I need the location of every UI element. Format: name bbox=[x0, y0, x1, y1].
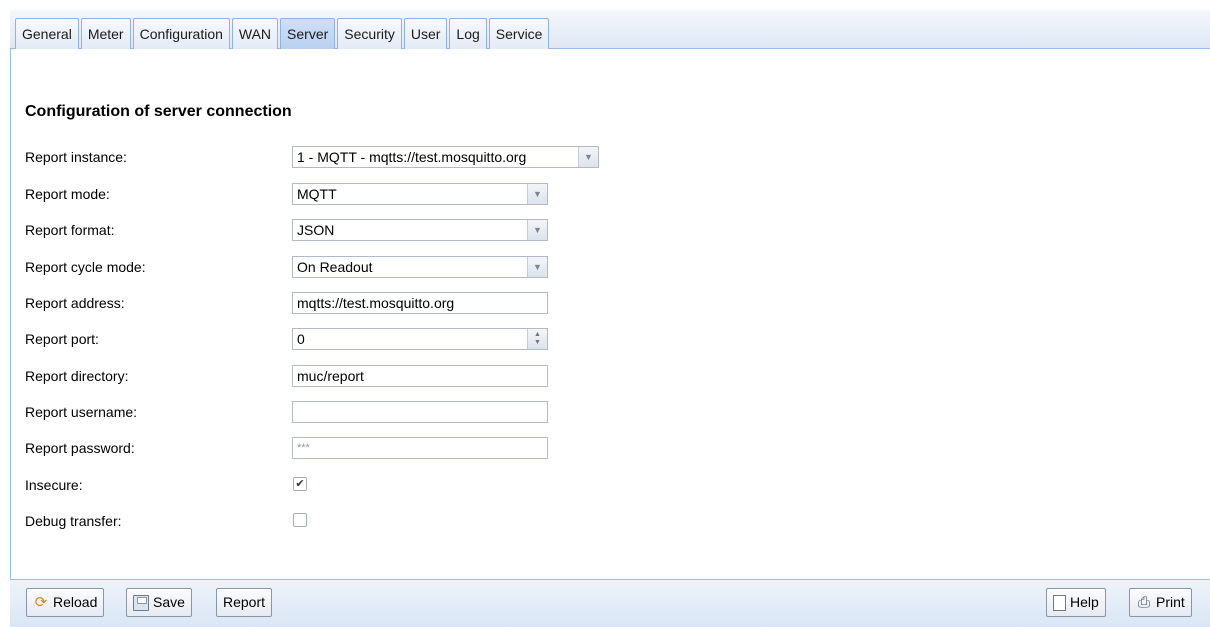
report-mode-value: MQTT bbox=[297, 186, 337, 202]
help-button[interactable]: Help bbox=[1046, 588, 1106, 617]
report-address-label: Report address: bbox=[25, 295, 125, 311]
report-directory-label: Report directory: bbox=[25, 368, 129, 384]
reload-icon: ⟳ bbox=[34, 593, 48, 611]
report-instance-value: 1 - MQTT - mqtts://test.mosquitto.org bbox=[297, 149, 527, 165]
chevron-down-icon[interactable]: ▼ bbox=[578, 147, 598, 167]
tab-server[interactable]: Server bbox=[280, 18, 336, 49]
report-cycle-mode-label: Report cycle mode: bbox=[25, 259, 146, 275]
report-button[interactable]: Report bbox=[216, 588, 273, 617]
report-format-select[interactable]: JSON ▼ bbox=[292, 219, 548, 241]
row-report-port: Report port: 0 ▲ ▼ bbox=[25, 326, 725, 354]
tab-user[interactable]: User bbox=[403, 18, 448, 49]
print-label: Print bbox=[1156, 594, 1185, 610]
report-format-value: JSON bbox=[297, 222, 335, 238]
row-report-address: Report address: mqtts://test.mosquitto.o… bbox=[25, 290, 725, 318]
row-report-directory: Report directory: muc/report bbox=[25, 363, 725, 391]
tab-wan[interactable]: WAN bbox=[231, 18, 279, 49]
tab-bar: General Meter Configuration WAN Server S… bbox=[10, 10, 1210, 49]
section-title: Configuration of server connection bbox=[25, 103, 292, 120]
row-debug-transfer: Debug transfer: bbox=[25, 508, 725, 536]
report-format-label: Report format: bbox=[25, 222, 115, 238]
reload-button[interactable]: ⟳ Reload bbox=[26, 588, 105, 617]
report-password-label: Report password: bbox=[25, 440, 135, 456]
checkmark-icon: ✔ bbox=[295, 478, 305, 490]
report-port-label: Report port: bbox=[25, 331, 99, 347]
insecure-checkbox[interactable]: ✔ bbox=[293, 477, 307, 491]
chevron-down-icon[interactable]: ▼ bbox=[527, 184, 547, 204]
spinner-arrows-icon[interactable]: ▲ ▼ bbox=[527, 329, 547, 349]
report-username-label: Report username: bbox=[25, 404, 138, 420]
report-label: Report bbox=[223, 594, 266, 610]
report-port-value: 0 bbox=[297, 331, 305, 347]
save-button[interactable]: Save bbox=[126, 588, 192, 617]
row-report-mode: Report mode: MQTT ▼ bbox=[25, 181, 725, 209]
row-report-format: Report format: JSON ▼ bbox=[25, 217, 725, 245]
tab-meter[interactable]: Meter bbox=[80, 18, 131, 49]
report-mode-label: Report mode: bbox=[25, 186, 110, 202]
report-username-input[interactable] bbox=[292, 401, 548, 423]
print-button[interactable]: ⎙ Print bbox=[1129, 588, 1192, 617]
help-label: Help bbox=[1070, 594, 1099, 610]
printer-icon: ⎙ bbox=[1137, 593, 1150, 611]
report-port-stepper[interactable]: 0 ▲ ▼ bbox=[292, 328, 548, 350]
server-config-panel: Configuration of server connection Repor… bbox=[10, 49, 1210, 579]
row-report-instance: Report instance: 1 - MQTT - mqtts://test… bbox=[25, 144, 725, 172]
row-insecure: Insecure: ✔ bbox=[25, 472, 725, 500]
chevron-down-icon[interactable]: ▼ bbox=[527, 257, 547, 277]
insecure-label: Insecure: bbox=[25, 477, 83, 493]
save-icon bbox=[133, 594, 149, 611]
debug-transfer-label: Debug transfer: bbox=[25, 513, 122, 529]
tab-list: General Meter Configuration WAN Server S… bbox=[15, 18, 551, 49]
row-report-cycle-mode: Report cycle mode: On Readout ▼ bbox=[25, 254, 725, 282]
report-password-input[interactable]: *** bbox=[292, 437, 548, 459]
help-icon bbox=[1053, 594, 1066, 611]
row-report-username: Report username: bbox=[25, 399, 725, 427]
report-cycle-mode-select[interactable]: On Readout ▼ bbox=[292, 256, 548, 278]
report-instance-label: Report instance: bbox=[25, 149, 127, 165]
tab-log[interactable]: Log bbox=[449, 18, 487, 49]
tab-configuration[interactable]: Configuration bbox=[132, 18, 230, 49]
row-report-password: Report password: *** bbox=[25, 435, 725, 463]
tab-security[interactable]: Security bbox=[337, 18, 402, 49]
chevron-down-icon[interactable]: ▼ bbox=[527, 220, 547, 240]
report-mode-select[interactable]: MQTT ▼ bbox=[292, 183, 548, 205]
save-label: Save bbox=[153, 594, 185, 610]
tab-service[interactable]: Service bbox=[488, 18, 550, 49]
report-directory-input[interactable]: muc/report bbox=[292, 365, 548, 387]
report-address-input[interactable]: mqtts://test.mosquitto.org bbox=[292, 292, 548, 314]
report-instance-select[interactable]: 1 - MQTT - mqtts://test.mosquitto.org ▼ bbox=[292, 146, 599, 168]
report-cycle-mode-value: On Readout bbox=[297, 259, 373, 275]
debug-transfer-checkbox[interactable] bbox=[293, 513, 307, 527]
reload-label: Reload bbox=[53, 594, 98, 610]
tab-general[interactable]: General bbox=[15, 18, 79, 49]
footer-toolbar: ⟳ Reload Save Report Help ⎙ Print bbox=[10, 579, 1210, 627]
